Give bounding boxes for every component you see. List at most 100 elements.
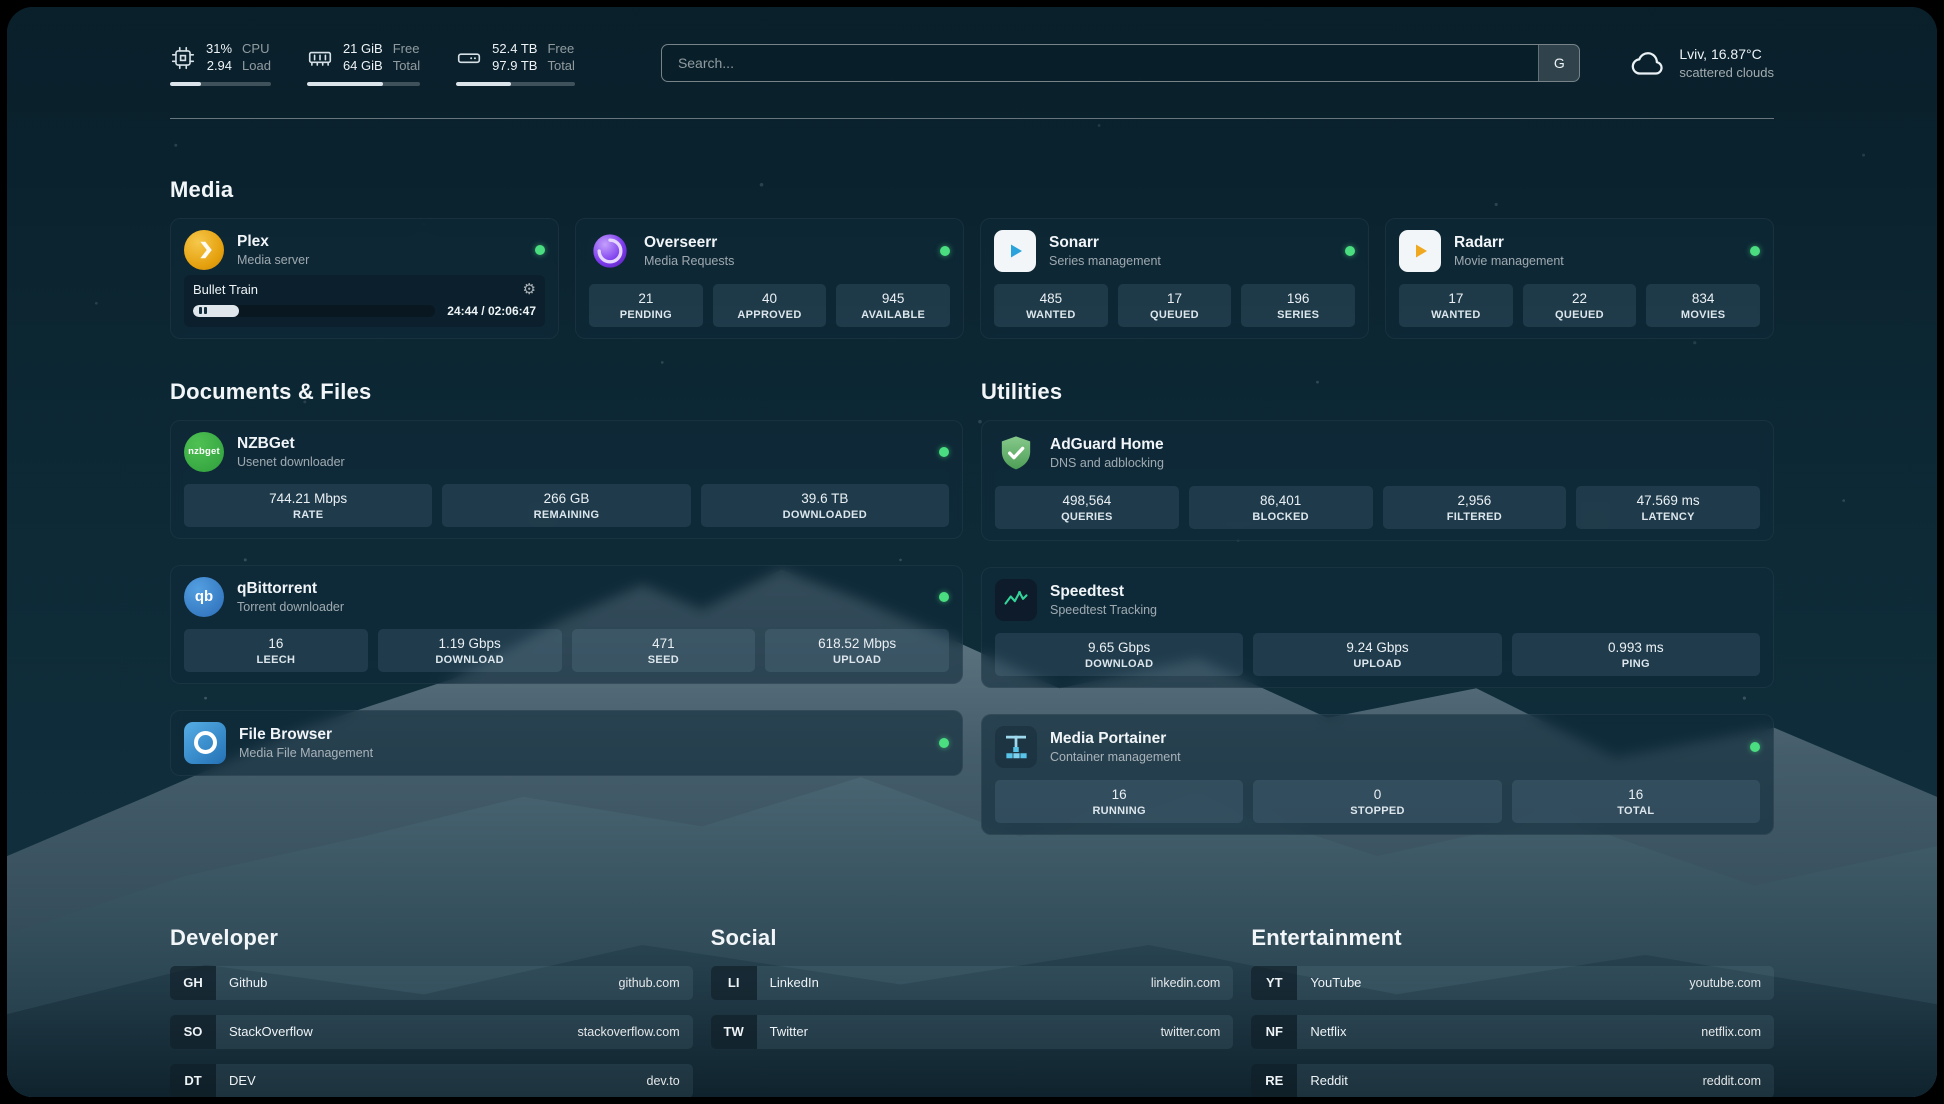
disk-icon xyxy=(456,45,482,71)
search-input[interactable] xyxy=(662,55,1538,71)
memory-usage-bar xyxy=(307,82,420,86)
stat-value: 16 xyxy=(999,787,1239,802)
service-card-nzbget[interactable]: nzbget NZBGet Usenet downloader 744.21 M… xyxy=(170,420,963,539)
bookmark-youtube[interactable]: YT YouTube youtube.com xyxy=(1251,966,1774,1000)
playback-time: 24:44 / 02:06:47 xyxy=(447,304,536,318)
bookmark-url: reddit.com xyxy=(1703,1074,1761,1088)
disk-label-1: Free xyxy=(547,41,574,58)
section-title-utilities: Utilities xyxy=(981,379,1774,405)
stat-value: 86,401 xyxy=(1193,493,1369,508)
bookmark-netflix[interactable]: NF Netflix netflix.com xyxy=(1251,1015,1774,1049)
service-card-plex[interactable]: Plex Media server Bullet Train ⚙ xyxy=(170,218,559,339)
stat-label: PENDING xyxy=(593,309,699,321)
bookmark-abbr: DT xyxy=(170,1064,216,1097)
bookmark-url: twitter.com xyxy=(1161,1025,1221,1039)
bookmark-github[interactable]: GH Github github.com xyxy=(170,966,693,1000)
pause-icon[interactable] xyxy=(199,307,207,315)
stat-tile: 22 QUEUED xyxy=(1523,284,1637,327)
bookmark-name: Github xyxy=(229,975,267,990)
service-stats: 21 PENDING 40 APPROVED 945 AVAILABLE xyxy=(589,272,950,327)
stat-label: QUEUED xyxy=(1122,309,1228,321)
stat-value: 9.24 Gbps xyxy=(1257,640,1497,655)
speedtest-icon xyxy=(995,579,1037,621)
disk-label-2: Total xyxy=(547,58,574,75)
section-media: Media Plex Media server xyxy=(170,177,1774,339)
stat-label: DOWNLOAD xyxy=(999,658,1239,670)
portainer-icon xyxy=(995,726,1037,768)
stat-value: 744.21 Mbps xyxy=(188,491,428,506)
bookmark-reddit[interactable]: RE Reddit reddit.com xyxy=(1251,1064,1774,1097)
stat-value: 618.52 Mbps xyxy=(769,636,945,651)
now-playing-title: Bullet Train xyxy=(193,282,258,297)
service-card-radarr[interactable]: Radarr Movie management 17 WANTED 22 QUE… xyxy=(1385,218,1774,339)
bookmark-linkedin[interactable]: LI LinkedIn linkedin.com xyxy=(711,966,1234,1000)
playback-progress-bar[interactable] xyxy=(193,305,435,317)
stat-value: 1.19 Gbps xyxy=(382,636,558,651)
stat-value: 17 xyxy=(1122,291,1228,306)
service-card-adguard[interactable]: AdGuard Home DNS and adblocking 498,564 … xyxy=(981,420,1774,541)
service-name: AdGuard Home xyxy=(1050,436,1164,454)
radarr-icon xyxy=(1399,230,1441,272)
memory-widget: 21 GiB 64 GiB Free Total xyxy=(307,41,420,86)
service-card-filebrowser[interactable]: File Browser Media File Management xyxy=(170,710,963,776)
service-name: Sonarr xyxy=(1049,234,1161,252)
header-divider xyxy=(170,118,1774,119)
service-name: Media Portainer xyxy=(1050,730,1181,748)
service-stats: 9.65 Gbps DOWNLOAD 9.24 Gbps UPLOAD 0.99… xyxy=(995,621,1760,676)
cpu-widget: 31% 2.94 CPU Load xyxy=(170,41,271,86)
bookmark-stackoverflow[interactable]: SO StackOverflow stackoverflow.com xyxy=(170,1015,693,1049)
bookmark-abbr: YT xyxy=(1251,966,1297,1000)
overseerr-icon xyxy=(589,230,631,272)
stat-label: LATENCY xyxy=(1580,511,1756,523)
section-title-documents: Documents & Files xyxy=(170,379,963,405)
qbittorrent-icon-text: qb xyxy=(195,588,213,605)
stat-label: FILTERED xyxy=(1387,511,1563,523)
stat-tile: 17 WANTED xyxy=(1399,284,1513,327)
bookmark-twitter[interactable]: TW Twitter twitter.com xyxy=(711,1015,1234,1049)
service-description: Usenet downloader xyxy=(237,455,345,469)
service-description: Torrent downloader xyxy=(237,600,344,614)
cpu-usage-bar xyxy=(170,82,271,86)
stat-value: 0.993 ms xyxy=(1516,640,1756,655)
stat-tile: 17 QUEUED xyxy=(1118,284,1232,327)
cpu-icon xyxy=(170,45,196,71)
service-card-speedtest[interactable]: Speedtest Speedtest Tracking 9.65 Gbps D… xyxy=(981,567,1774,688)
bookmark-abbr: LI xyxy=(711,966,757,1000)
bookmark-abbr: NF xyxy=(1251,1015,1297,1049)
stat-value: 266 GB xyxy=(446,491,686,506)
weather-widget: Lviv, 16.87°C scattered clouds xyxy=(1630,45,1774,81)
section-utilities: Utilities AdGuard Home xyxy=(981,379,1774,861)
cloud-icon xyxy=(1630,48,1666,78)
plex-icon xyxy=(184,230,224,270)
service-card-sonarr[interactable]: Sonarr Series management 485 WANTED 17 Q… xyxy=(980,218,1369,339)
bookmark-abbr: SO xyxy=(170,1015,216,1049)
stat-value: 471 xyxy=(576,636,752,651)
disk-free-value: 52.4 TB xyxy=(492,41,537,58)
qbittorrent-icon: qb xyxy=(184,577,224,617)
search-engine-button[interactable]: G xyxy=(1538,45,1579,81)
stat-value: 16 xyxy=(1516,787,1756,802)
disk-usage-bar xyxy=(456,82,575,86)
stat-tile: 266 GB REMAINING xyxy=(442,484,690,527)
settings-gear-icon[interactable]: ⚙ xyxy=(523,282,536,297)
stat-label: AVAILABLE xyxy=(840,309,946,321)
bookmark-dev[interactable]: DT DEV dev.to xyxy=(170,1064,693,1097)
stat-value: 2,956 xyxy=(1387,493,1563,508)
service-card-overseerr[interactable]: Overseerr Media Requests 21 PENDING 40 A… xyxy=(575,218,964,339)
bookmark-group-social: Social LI LinkedIn linkedin.com TW Twitt… xyxy=(711,925,1234,1097)
stat-label: REMAINING xyxy=(446,509,686,521)
status-online-dot xyxy=(535,245,545,255)
stat-value: 16 xyxy=(188,636,364,651)
stat-label: TOTAL xyxy=(1516,805,1756,817)
stat-label: STOPPED xyxy=(1257,805,1497,817)
stat-value: 40 xyxy=(717,291,823,306)
service-card-qbittorrent[interactable]: qb qBittorrent Torrent downloader 16 LEE… xyxy=(170,565,963,684)
section-title-media: Media xyxy=(170,177,1774,203)
nzbget-icon: nzbget xyxy=(184,432,224,472)
weather-location-temp: Lviv, 16.87°C xyxy=(1679,45,1774,64)
filebrowser-icon xyxy=(184,722,226,764)
stat-tile: 21 PENDING xyxy=(589,284,703,327)
service-card-portainer[interactable]: Media Portainer Container management 16 … xyxy=(981,714,1774,835)
cpu-load-value: 2.94 xyxy=(207,58,232,75)
stat-tile: 86,401 BLOCKED xyxy=(1189,486,1373,529)
